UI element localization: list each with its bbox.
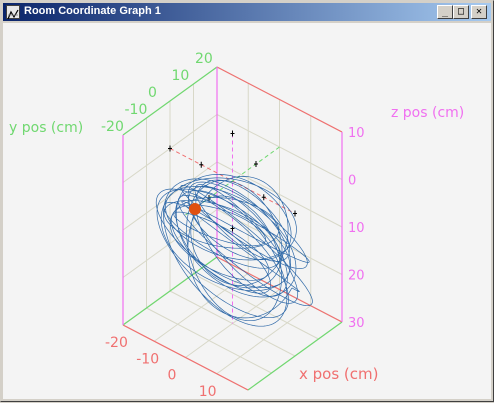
floor-grid-line [193, 273, 319, 340]
y-tick-label: -20 [101, 119, 124, 135]
current-position-marker[interactable] [189, 203, 201, 215]
close-button[interactable]: ✕ [471, 5, 487, 19]
y-tick-label: 10 [172, 68, 190, 84]
maximize-button[interactable]: □ [453, 5, 469, 19]
x-tick-label: 10 [199, 384, 217, 399]
window-title: Room Coordinate Graph 1 [24, 5, 161, 17]
title-bar[interactable]: Room Coordinate Graph 1 _ □ ✕ [3, 3, 491, 21]
trajectory-path [155, 174, 313, 327]
z-axis-label: z pos (cm) [391, 105, 464, 121]
x-tick-label: 0 [168, 368, 177, 384]
minimize-button[interactable]: _ [437, 5, 453, 19]
app-icon[interactable] [6, 5, 20, 20]
y-tick-label: 0 [148, 85, 157, 101]
x-tick-label: -10 [136, 351, 159, 367]
z-tick-label: 20 [348, 269, 365, 284]
y-axis-label: y pos (cm) [9, 120, 83, 136]
3d-plot[interactable]: x pos (cm) y pos (cm) z pos (cm) -20-100… [3, 23, 491, 403]
z-tick-label: 10 [348, 126, 365, 141]
y-tick-label: 20 [195, 51, 213, 67]
plot-canvas[interactable]: x pos (cm) y pos (cm) z pos (cm) -20 -10 0… [3, 23, 491, 403]
z-tick-label: 0 [348, 174, 356, 189]
trajectory-group [155, 174, 313, 327]
z-tick-label: 30 [348, 316, 365, 331]
y-tick-label: -10 [125, 102, 148, 118]
graph-window: Room Coordinate Graph 1 _ □ ✕ x pos (cm)… [0, 0, 494, 403]
x-tick-label: -20 [105, 335, 128, 351]
z-tick-label: 10 [348, 221, 365, 236]
x-axis-label: x pos (cm) [299, 365, 379, 383]
